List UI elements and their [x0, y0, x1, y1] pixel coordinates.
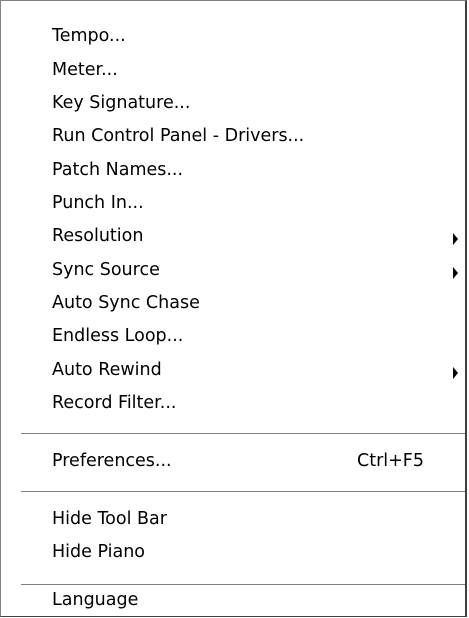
menu-item-resolution[interactable]: Resolution: [1, 221, 465, 254]
menu-item-label: Endless Loop...: [52, 326, 184, 346]
menu-item-label: Tempo...: [52, 26, 126, 46]
menu-item-label: Run Control Panel - Drivers...: [52, 126, 305, 146]
submenu-arrow-icon: [453, 267, 458, 279]
submenu-arrow-icon: [453, 233, 458, 245]
menu-item-auto-sync-chase[interactable]: Auto Sync Chase: [1, 288, 465, 321]
menu-item-hide-piano[interactable]: Hide Piano: [1, 537, 465, 570]
menu-item-key-signature[interactable]: Key Signature...: [1, 88, 465, 121]
menu-separator: [21, 433, 465, 435]
menu-item-label: Meter...: [52, 60, 118, 80]
menu-item-label: Auto Rewind: [52, 360, 162, 380]
menu-item-language[interactable]: Language: [1, 585, 465, 617]
menu-separator: [21, 491, 465, 493]
menu-item-punch-in[interactable]: Punch In...: [1, 188, 465, 221]
menu-item-meter[interactable]: Meter...: [1, 55, 465, 88]
menu-item-tempo[interactable]: Tempo...: [1, 21, 465, 54]
menu-item-label: Punch In...: [52, 193, 144, 213]
menu-item-label: Hide Tool Bar: [52, 509, 167, 529]
menu-item-run-control-panel-drivers[interactable]: Run Control Panel - Drivers...: [1, 121, 465, 154]
menu-item-label: Preferences...: [52, 451, 172, 471]
menu-item-label: Key Signature...: [52, 93, 191, 113]
menu-item-shortcut: Ctrl+F5: [357, 451, 425, 471]
menu-item-sync-source[interactable]: Sync Source: [1, 255, 465, 288]
menu-item-label: Auto Sync Chase: [52, 293, 200, 313]
menu-item-label: Language: [52, 590, 139, 610]
menu-item-preferences[interactable]: Preferences... Ctrl+F5: [1, 446, 465, 479]
menu-item-label: Patch Names...: [52, 160, 184, 180]
menu-item-auto-rewind[interactable]: Auto Rewind: [1, 355, 465, 388]
menu-item-endless-loop[interactable]: Endless Loop...: [1, 321, 465, 354]
menu-item-label: Record Filter...: [52, 393, 177, 413]
menu-item-label: Hide Piano: [52, 542, 146, 562]
submenu-arrow-icon: [453, 367, 458, 379]
menu-item-label: Sync Source: [52, 260, 160, 280]
menu-item-hide-tool-bar[interactable]: Hide Tool Bar: [1, 504, 465, 537]
context-menu: Tempo... Meter... Key Signature... Run C…: [0, 0, 467, 617]
menu-item-record-filter[interactable]: Record Filter...: [1, 388, 465, 421]
menu-item-patch-names[interactable]: Patch Names...: [1, 155, 465, 188]
menu-item-label: Resolution: [52, 226, 144, 246]
